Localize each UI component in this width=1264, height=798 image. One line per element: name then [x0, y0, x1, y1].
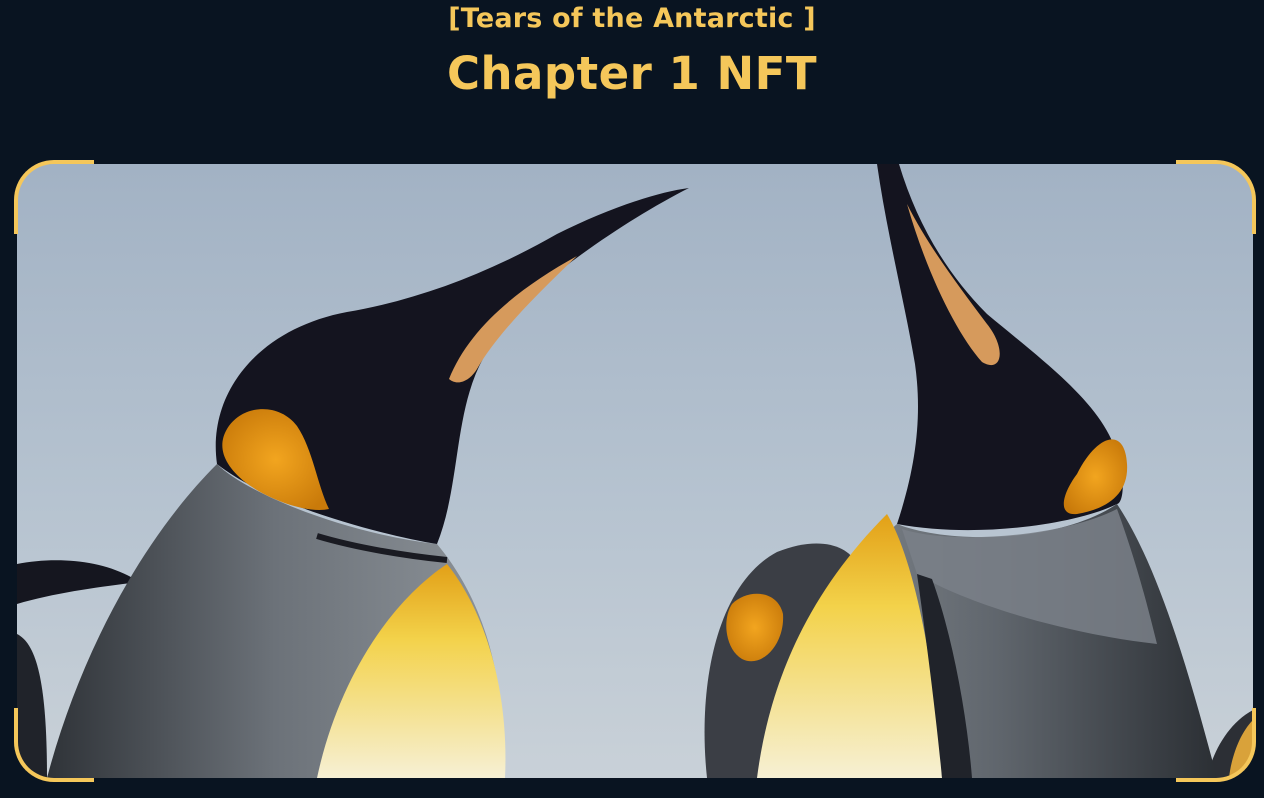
penguins-illustration: [17, 164, 1253, 778]
frame-corner-top-right: [1176, 160, 1256, 234]
frame-corner-bottom-left: [14, 708, 94, 782]
frame-corner-top-left: [14, 160, 94, 234]
page-title: Chapter 1 NFT: [446, 47, 818, 100]
hero-image-frame: [14, 160, 1256, 782]
hero-image: [17, 164, 1253, 778]
frame-corner-bottom-right: [1176, 708, 1256, 782]
page-subtitle: [Tears of the Antarctic ]: [448, 3, 816, 34]
